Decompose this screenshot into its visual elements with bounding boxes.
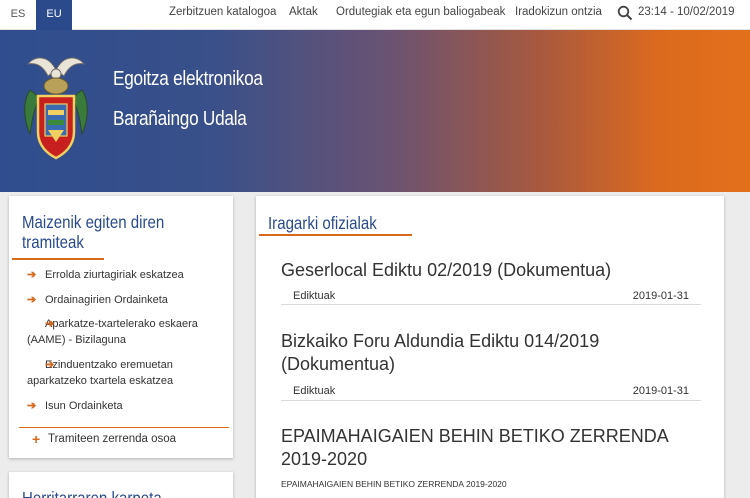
- arrow-right-icon: ➔: [27, 269, 37, 281]
- procedure-item[interactable]: ➔ Ordainagirien Ordainketa: [27, 292, 225, 308]
- announcement-date: 2019-01-31: [632, 385, 689, 397]
- frequent-procedures-card: Maizenik egiten diren tramiteak ➔ Errold…: [9, 196, 233, 458]
- divider: [19, 427, 229, 428]
- coat-of-arms-icon[interactable]: [18, 50, 94, 162]
- announcement-type: Ediktuak: [293, 385, 336, 397]
- full-procedure-list-link[interactable]: Tramiteen zerrenda osoa: [48, 433, 176, 445]
- language-eu[interactable]: EU: [36, 0, 72, 30]
- announcement-description: EPAIMAHAIGAIEN BEHIN BETIKO ZERRENDA 201…: [281, 479, 507, 489]
- divider: [281, 400, 701, 401]
- procedure-item[interactable]: ➔ Errolda ziurtagiriak eskatzea: [27, 267, 225, 283]
- arrow-right-icon: ➔: [27, 294, 37, 306]
- divider: [281, 304, 701, 305]
- nav-minutes[interactable]: Aktak: [289, 0, 318, 28]
- official-notices-card: Iragarki ofizialak Geserlocal Ediktu 02/…: [256, 196, 724, 498]
- procedure-item[interactable]: ➔ Isun Ordainketa: [27, 398, 225, 414]
- language-es[interactable]: ES: [0, 0, 36, 30]
- procedure-item[interactable]: ➔ Ezinduentzako eremuetan aparkatzeko tx…: [27, 357, 227, 389]
- search-icon[interactable]: [617, 5, 633, 21]
- arrow-right-icon: ➔: [27, 400, 37, 412]
- nav-suggestion-box[interactable]: Iradokizun ontzia: [515, 0, 602, 28]
- procedure-item[interactable]: ➔ Aparkatze-txartelerako eskaera (AAME) …: [27, 316, 227, 348]
- announcement-title[interactable]: Geserlocal Ediktu 02/2019 (Dokumentua): [281, 259, 701, 282]
- announcement-meta: Ediktuak 2019-01-31: [293, 384, 689, 400]
- announcement-type: Ediktuak: [293, 290, 336, 302]
- site-title[interactable]: Egoitza elektronikoa: [113, 68, 263, 91]
- title-underline: [12, 258, 104, 260]
- announcement-meta: Ediktuak 2019-01-31: [293, 289, 689, 305]
- citizen-folder-title[interactable]: Herritarraren karpeta: [22, 488, 162, 498]
- citizen-folder-card: Herritarraren karpeta: [9, 472, 233, 498]
- plus-icon: +: [32, 431, 41, 447]
- nav-schedules[interactable]: Ordutegiak eta egun baliogabeak: [336, 0, 505, 28]
- announcement-title[interactable]: Bizkaiko Foru Aldundia Ediktu 014/2019 (…: [281, 330, 701, 376]
- arrow-right-icon: ➔: [45, 359, 55, 371]
- announcement-date: 2019-01-31: [632, 290, 689, 302]
- announcement-title[interactable]: EPAIMAHAIGAIEN BEHIN BETIKO ZERRENDA 201…: [281, 425, 701, 471]
- header-banner: Egoitza elektronikoa Barañaingo Udala: [0, 30, 750, 192]
- site-subtitle[interactable]: Barañaingo Udala: [113, 108, 247, 131]
- nav-service-catalog[interactable]: Zerbitzuen katalogoa: [169, 0, 276, 28]
- title-underline: [259, 234, 412, 236]
- frequent-procedures-title: Maizenik egiten diren tramiteak: [22, 212, 165, 252]
- datetime-display: 23:14 - 10/02/2019: [638, 6, 735, 18]
- arrow-right-icon: ➔: [45, 318, 55, 330]
- official-notices-title: Iragarki ofizialak: [268, 213, 377, 233]
- top-bar: ES EU Zerbitzuen katalogoa Aktak Orduteg…: [0, 0, 750, 30]
